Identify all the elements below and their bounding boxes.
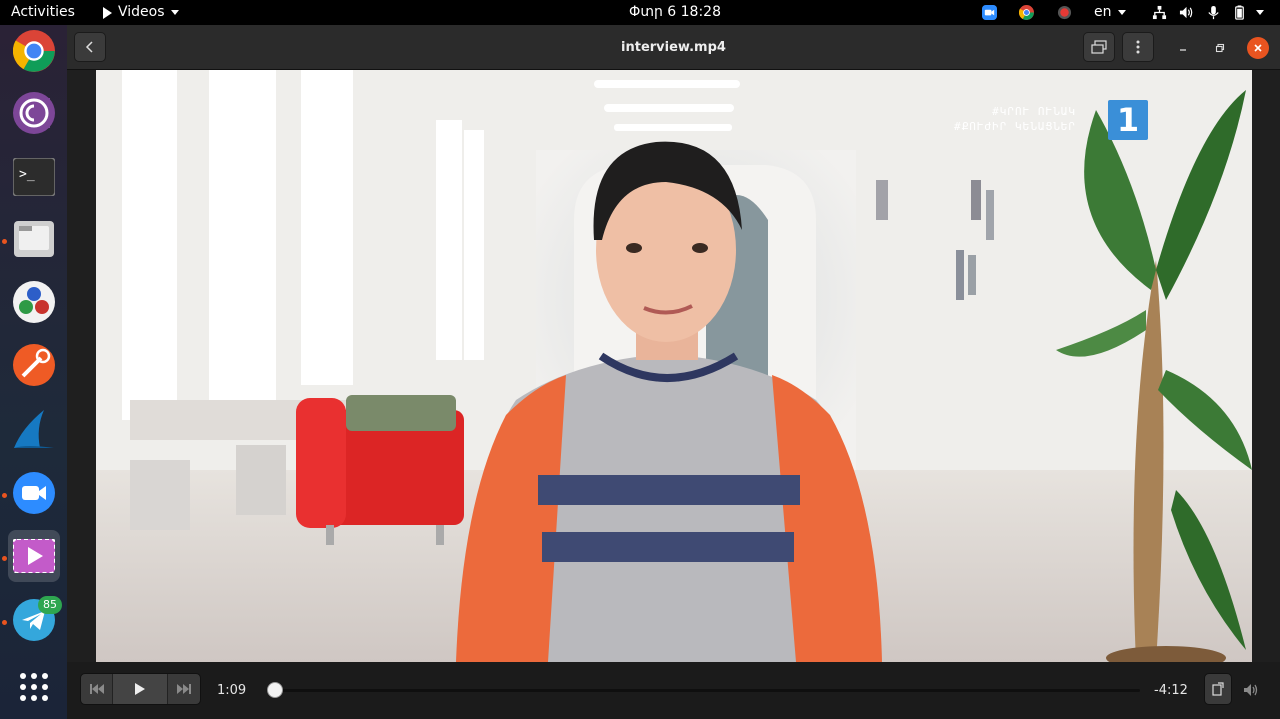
minimize-button[interactable]: [1172, 37, 1194, 59]
channel-watermark: #ԿՐՈՒ ՈՒՆԱԿ #ՔՈՒԺԻՐ ԿԵՆԱՑՆԵՐ: [954, 104, 1076, 134]
show-apps-icon: [20, 673, 48, 701]
maximize-button[interactable]: [1209, 37, 1231, 59]
chrome-icon: [13, 30, 55, 72]
zoom-tray-icon[interactable]: [982, 5, 997, 20]
zoom-icon: [13, 472, 55, 514]
videos-icon: [13, 539, 55, 573]
playback-button-group: [80, 673, 201, 705]
next-button[interactable]: [168, 674, 200, 704]
activities-button[interactable]: Activities: [11, 0, 75, 25]
play-icon: [135, 683, 145, 695]
wireshark-icon: [14, 410, 54, 448]
chevron-left-icon: [85, 41, 93, 53]
fullscreen-button[interactable]: [1083, 32, 1115, 62]
network-icon[interactable]: [1152, 5, 1167, 20]
video-scene: [96, 70, 1252, 662]
dock-item-zoom[interactable]: [8, 467, 60, 519]
postman-icon: [13, 344, 55, 386]
terminal-icon: >_: [13, 158, 55, 196]
clock[interactable]: Փտր 6 18:28: [629, 4, 721, 20]
system-menu-chevron-icon[interactable]: [1256, 10, 1264, 15]
header-bar: interview.mp4: [67, 25, 1280, 70]
dock-item-files[interactable]: [8, 213, 60, 265]
language-label: en: [1094, 4, 1112, 20]
rotate-button[interactable]: [1204, 673, 1232, 705]
notification-badge: 85: [38, 596, 62, 614]
dock-item-tor-browser[interactable]: [8, 87, 60, 139]
chevron-down-icon: [170, 10, 179, 15]
play-app-icon: [103, 6, 112, 19]
menu-button[interactable]: [1122, 32, 1154, 62]
running-indicator: [2, 239, 7, 244]
fullscreen-icon: [1091, 40, 1107, 54]
back-button[interactable]: [74, 32, 106, 62]
remaining-time: -4:12: [1154, 683, 1188, 698]
dock-item-wireshark[interactable]: [8, 403, 60, 455]
dock-item-terminal[interactable]: >_: [8, 151, 60, 203]
dock-item-chrome[interactable]: [8, 25, 60, 77]
skip-previous-icon: [89, 684, 104, 694]
running-indicator: [2, 620, 7, 625]
show-applications-button[interactable]: [8, 661, 60, 713]
minimize-icon: [1180, 49, 1186, 51]
dock-item-davinci-resolve[interactable]: [8, 276, 60, 328]
running-indicator: [2, 493, 7, 498]
volume-icon[interactable]: [1179, 5, 1194, 20]
skip-next-icon: [177, 684, 191, 694]
svg-text:>_: >_: [19, 167, 35, 182]
language-selector[interactable]: en: [1094, 0, 1126, 25]
volume-icon[interactable]: [1243, 682, 1259, 698]
chevron-down-icon: [1117, 10, 1126, 15]
running-indicator: [2, 556, 7, 561]
tor-browser-icon: [13, 92, 55, 134]
seek-bar[interactable]: [267, 682, 1140, 698]
top-bar: Activities Videos Փտր 6 18:28 en: [0, 0, 1280, 25]
chrome-tray-icon[interactable]: [1019, 5, 1034, 20]
dock: >_ 85: [0, 25, 67, 719]
videos-window: interview.mp4 #ԿՐՈՒ ՈՒՆԱԿ #ՔՈՒԺԻՐ ԿԵՆԱՑՆ…: [67, 25, 1280, 719]
dock-item-telegram[interactable]: 85: [8, 594, 62, 646]
video-frame[interactable]: #ԿՐՈՒ ՈՒՆԱԿ #ՔՈՒԺԻՐ ԿԵՆԱՑՆԵՐ 1: [96, 70, 1252, 662]
close-icon: [1254, 44, 1262, 52]
files-icon: [14, 221, 54, 257]
channel-logo: 1: [1108, 100, 1148, 140]
dock-item-videos[interactable]: [8, 530, 60, 582]
watermark-line-2: #ՔՈՒԺԻՐ ԿԵՆԱՑՆԵՐ: [954, 120, 1076, 133]
kebab-menu-icon: [1136, 40, 1140, 54]
rotate-icon: [1212, 682, 1224, 696]
watermark-line-1: #ԿՐՈՒ ՈՒՆԱԿ: [992, 105, 1076, 118]
play-button[interactable]: [113, 674, 168, 704]
dock-item-postman[interactable]: [8, 339, 60, 391]
previous-button[interactable]: [81, 674, 113, 704]
app-menu-label: Videos: [118, 4, 165, 20]
davinci-resolve-icon: [13, 281, 55, 323]
microphone-icon[interactable]: [1206, 5, 1221, 20]
seek-handle[interactable]: [267, 682, 283, 698]
battery-icon[interactable]: [1232, 5, 1247, 20]
close-button[interactable]: [1247, 37, 1269, 59]
elapsed-time: 1:09: [217, 683, 247, 698]
playback-controls: 1:09 -4:12: [67, 662, 1280, 719]
screen-recorder-tray-icon[interactable]: [1057, 5, 1072, 20]
app-menu[interactable]: Videos: [103, 0, 179, 25]
restore-icon: [1215, 43, 1225, 53]
